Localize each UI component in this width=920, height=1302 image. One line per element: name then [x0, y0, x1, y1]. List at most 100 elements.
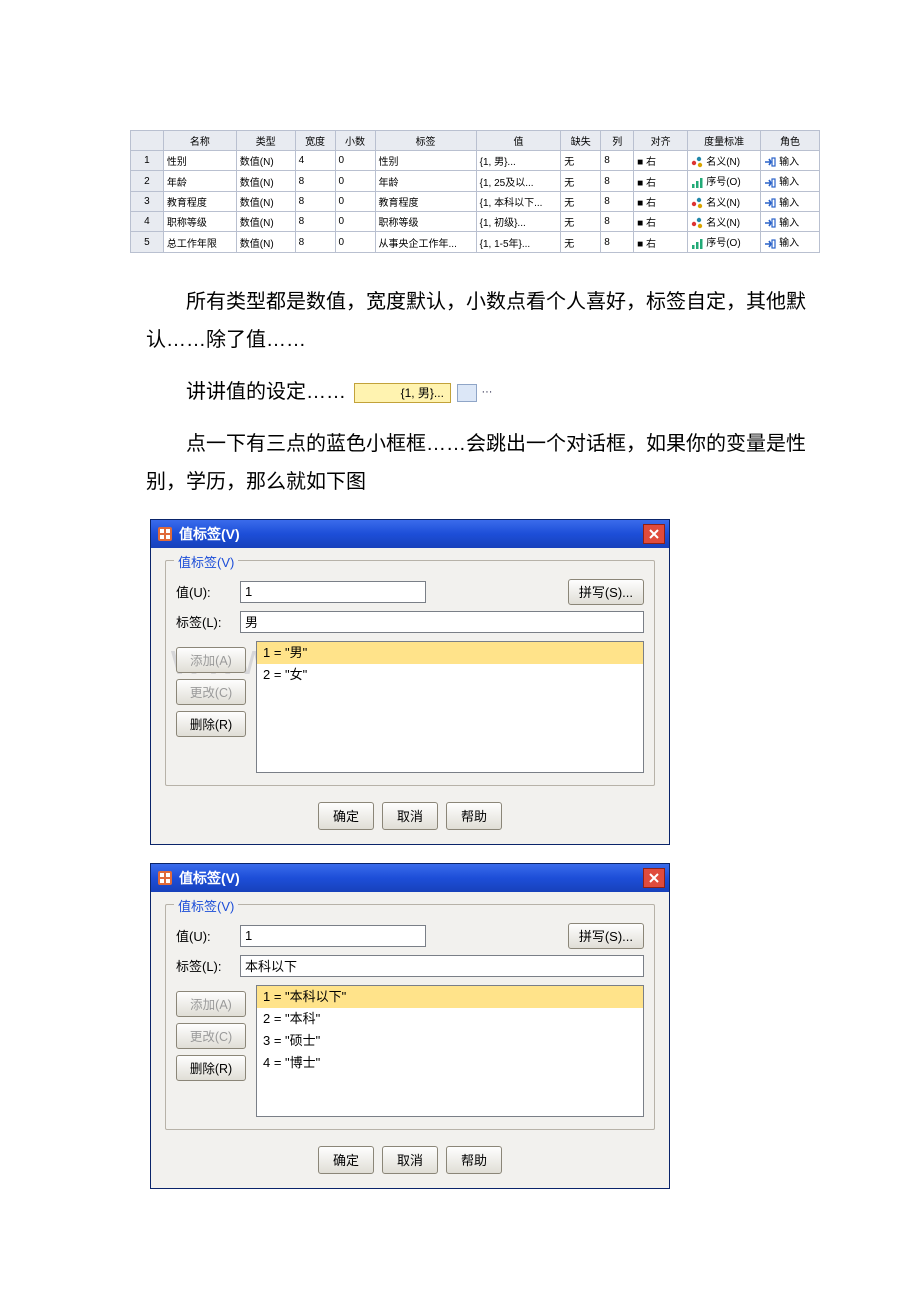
variable-view-table: 名称类型宽度小数标签值缺失列对齐度量标准角色 1性别数值(N)40性别{1, 男… — [130, 130, 820, 253]
table-cell: 教育程度 — [375, 191, 476, 211]
table-cell: 0 — [335, 151, 375, 171]
list-item[interactable]: 1 = "本科以下" — [257, 986, 643, 1008]
table-cell: 0 — [335, 191, 375, 211]
table-cell: 0 — [335, 232, 375, 252]
table-cell: 职称等级 — [375, 212, 476, 232]
value-cell-ellipsis-button[interactable]: ··· — [457, 384, 477, 402]
table-cell: ■ 右 — [634, 212, 688, 232]
app-icon — [157, 870, 173, 886]
table-cell: 8 — [601, 212, 634, 232]
table-cell: 名义(N) — [688, 151, 761, 171]
add-button[interactable]: 添加(A) — [176, 991, 246, 1017]
label-input[interactable] — [240, 955, 644, 977]
value-labels-listbox[interactable]: 1 = "本科以下"2 = "本科"3 = "硕士"4 = "博士" — [256, 985, 644, 1117]
column-header: 小数 — [335, 131, 375, 151]
table-cell: 输入 — [761, 171, 820, 191]
change-button[interactable]: 更改(C) — [176, 1023, 246, 1049]
table-cell: 职称等级 — [163, 212, 236, 232]
help-button[interactable]: 帮助 — [446, 1146, 502, 1174]
table-cell: 8 — [295, 212, 335, 232]
measure-icon — [691, 197, 703, 209]
table-cell: 输入 — [761, 232, 820, 252]
close-button[interactable] — [643, 868, 665, 888]
value-input[interactable] — [240, 925, 426, 947]
table-cell: 8 — [601, 191, 634, 211]
label-input[interactable] — [240, 611, 644, 633]
table-cell: 8 — [295, 232, 335, 252]
group-legend: 值标签(V) — [174, 552, 238, 571]
table-cell: 0 — [335, 212, 375, 232]
table-row: 4职称等级数值(N)80职称等级{1, 初级}...无8■ 右名义(N)输入 — [131, 212, 820, 232]
measure-icon — [691, 217, 703, 229]
value-labels-dialog-1: 值标签(V) www.bdocx.com 值标签(V) 值(U): 拼写(S).… — [150, 519, 670, 845]
ok-button[interactable]: 确定 — [318, 1146, 374, 1174]
table-cell: 数值(N) — [236, 171, 295, 191]
table-cell: 无 — [561, 171, 601, 191]
value-field-label: 值(U): — [176, 926, 234, 945]
help-button[interactable]: 帮助 — [446, 802, 502, 830]
table-cell: ■ 右 — [634, 171, 688, 191]
column-header — [131, 131, 164, 151]
table-cell: 2 — [131, 171, 164, 191]
table-cell: 输入 — [761, 212, 820, 232]
column-header: 角色 — [761, 131, 820, 151]
ok-button[interactable]: 确定 — [318, 802, 374, 830]
value-labels-dialog-2: 值标签(V) 值标签(V) 值(U): 拼写(S)... 标签(L): — [150, 863, 670, 1189]
table-cell: 名义(N) — [688, 212, 761, 232]
table-cell: 4 — [295, 151, 335, 171]
role-input-icon — [764, 197, 776, 209]
table-cell: 8 — [295, 191, 335, 211]
close-icon — [648, 528, 660, 540]
column-header: 缺失 — [561, 131, 601, 151]
list-item[interactable]: 2 = "女" — [257, 664, 643, 686]
table-cell: 序号(O) — [688, 232, 761, 252]
table-cell: 性别 — [163, 151, 236, 171]
value-labels-listbox[interactable]: 1 = "男"2 = "女" — [256, 641, 644, 773]
table-cell: 输入 — [761, 191, 820, 211]
add-button[interactable]: 添加(A) — [176, 647, 246, 673]
list-item[interactable]: 2 = "本科" — [257, 1008, 643, 1030]
table-cell: 总工作年限 — [163, 232, 236, 252]
column-header: 对齐 — [634, 131, 688, 151]
column-header: 度量标准 — [688, 131, 761, 151]
table-cell: 教育程度 — [163, 191, 236, 211]
table-cell: 无 — [561, 232, 601, 252]
paragraph-3: 点一下有三点的蓝色小框框……会跳出一个对话框，如果你的变量是性别，学历，那么就如… — [146, 425, 820, 501]
table-cell: 无 — [561, 212, 601, 232]
table-cell: {1, 1-5年}... — [476, 232, 561, 252]
table-cell: 名义(N) — [688, 191, 761, 211]
value-labels-group: 值标签(V) 值(U): 拼写(S)... 标签(L): 添加(A) 更改(C)… — [165, 904, 655, 1130]
table-cell: 数值(N) — [236, 191, 295, 211]
spell-button[interactable]: 拼写(S)... — [568, 579, 644, 605]
measure-icon — [691, 177, 703, 189]
dialog-title-text: 值标签(V) — [179, 524, 240, 544]
remove-button[interactable]: 删除(R) — [176, 1055, 246, 1081]
table-cell: ■ 右 — [634, 232, 688, 252]
table-cell: 8 — [295, 171, 335, 191]
role-input-icon — [764, 177, 776, 189]
column-header: 宽度 — [295, 131, 335, 151]
label-field-label: 标签(L): — [176, 612, 234, 631]
paragraph-2-text: 讲讲值的设定…… — [186, 381, 346, 403]
table-row: 5总工作年限数值(N)80从事央企工作年...{1, 1-5年}...无8■ 右… — [131, 232, 820, 252]
close-button[interactable] — [643, 524, 665, 544]
table-row: 2年龄数值(N)80年龄{1, 25及以...无8■ 右序号(O)输入 — [131, 171, 820, 191]
list-item[interactable]: 1 = "男" — [257, 642, 643, 664]
change-button[interactable]: 更改(C) — [176, 679, 246, 705]
remove-button[interactable]: 删除(R) — [176, 711, 246, 737]
cancel-button[interactable]: 取消 — [382, 802, 438, 830]
table-cell: 输入 — [761, 151, 820, 171]
cancel-button[interactable]: 取消 — [382, 1146, 438, 1174]
list-item[interactable]: 3 = "硕士" — [257, 1030, 643, 1052]
table-cell: {1, 男}... — [476, 151, 561, 171]
list-item[interactable]: 4 = "博士" — [257, 1052, 643, 1074]
spell-button[interactable]: 拼写(S)... — [568, 923, 644, 949]
table-cell: 无 — [561, 151, 601, 171]
value-input[interactable] — [240, 581, 426, 603]
role-input-icon — [764, 217, 776, 229]
table-cell: 数值(N) — [236, 151, 295, 171]
column-header: 列 — [601, 131, 634, 151]
table-cell: {1, 25及以... — [476, 171, 561, 191]
close-icon — [648, 872, 660, 884]
table-cell: 1 — [131, 151, 164, 171]
